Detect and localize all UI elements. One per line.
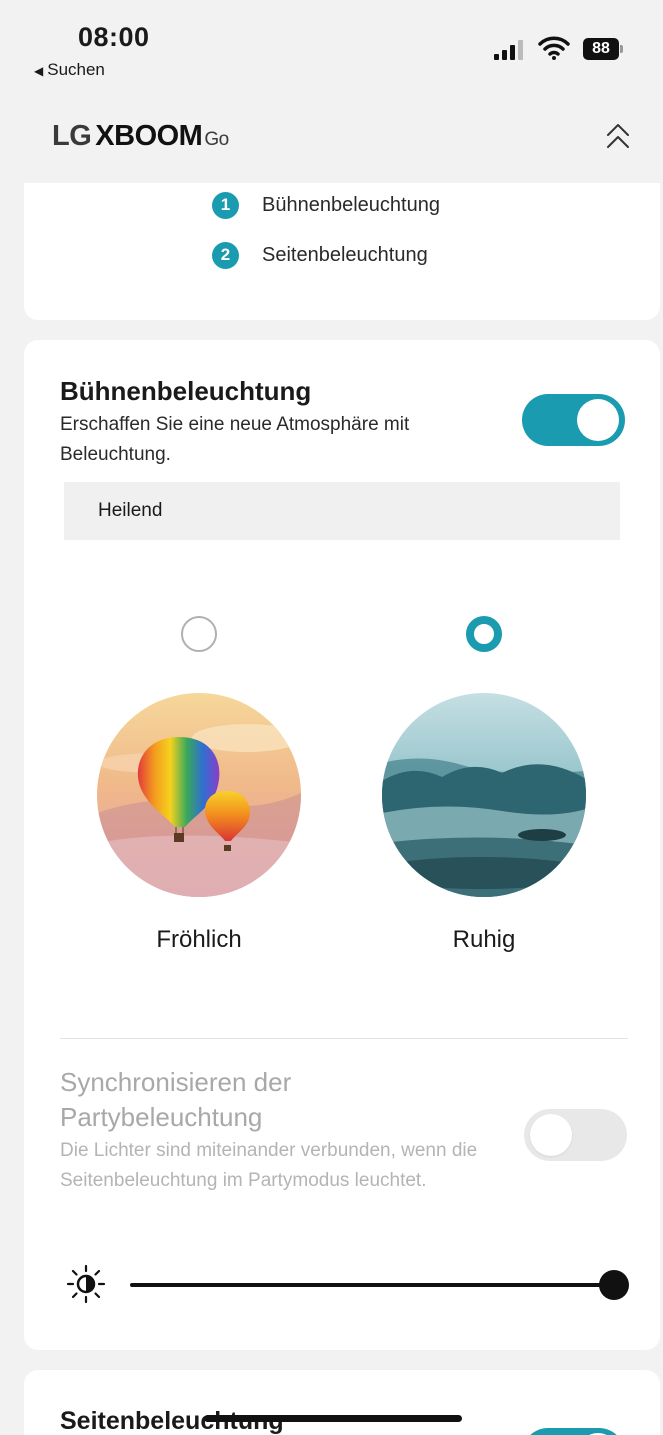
back-to-search-link[interactable]: ◀ Suchen [34, 60, 105, 80]
party-sync-title: Synchronisieren der Partybeleuchtung [60, 1067, 292, 1132]
mood-image-ruhig[interactable] [382, 693, 586, 897]
stage-lighting-title: Bühnenbeleuchtung [60, 376, 312, 406]
legend-number-badge: 1 [212, 191, 239, 219]
side-lighting-card: Seitenbeleuchtung [24, 1370, 660, 1435]
section-divider [60, 1038, 628, 1039]
status-time: 08:00 [78, 22, 150, 52]
mood-label-froehlich: Fröhlich [156, 926, 242, 953]
stage-lighting-card: Bühnenbeleuchtung Erschaffen Sie eine ne… [24, 340, 660, 1350]
lighting-legend-card: 1 Bühnenbeleuchtung 2 Seitenbeleuchtung [24, 183, 660, 320]
stage-lighting-toggle[interactable] [522, 394, 625, 446]
legend-item: 2 Seitenbeleuchtung [212, 240, 428, 270]
status-bar: 08:00 ◀ Suchen 88 [0, 0, 663, 95]
mood-image-froehlich[interactable] [97, 693, 301, 897]
side-lighting-toggle[interactable] [522, 1428, 625, 1435]
product-suffix: Go [204, 129, 229, 150]
mood-radio-froehlich[interactable] [181, 616, 217, 652]
legend-number-badge: 2 [212, 241, 239, 269]
preset-selector[interactable]: Heilend [64, 482, 620, 540]
product-name: XBOOM [95, 120, 203, 152]
party-sync-description: Die Lichter sind miteinander verbunden, … [60, 1140, 478, 1191]
toggle-knob [577, 399, 619, 441]
preset-label: Heilend [98, 500, 163, 521]
back-arrow-icon: ◀ [34, 64, 44, 78]
brand-name: LG [52, 120, 92, 152]
mood-radio-ruhig[interactable] [466, 616, 502, 652]
back-link-label: Suchen [47, 60, 105, 79]
legend-label: Seitenbeleuchtung [262, 243, 428, 266]
legend-label: Bühnenbeleuchtung [262, 193, 440, 216]
double-chevron-up-icon[interactable] [598, 117, 638, 157]
toggle-knob [530, 1114, 572, 1156]
app-header: LG XBOOM Go [0, 95, 663, 183]
mood-label-ruhig: Ruhig [452, 926, 516, 953]
misty-mountain-lake-image [382, 693, 586, 897]
cellular-signal-icon [494, 40, 526, 60]
home-indicator[interactable] [204, 1415, 462, 1422]
brightness-slider-track[interactable] [130, 1283, 615, 1287]
battery-level: 88 [583, 38, 619, 60]
party-sync-toggle[interactable] [524, 1109, 627, 1161]
wifi-icon [538, 36, 570, 60]
battery-icon: 88 [583, 38, 623, 60]
app-logo: LG XBOOM Go [52, 120, 229, 153]
legend-item: 1 Bühnenbeleuchtung [212, 190, 440, 220]
stage-lighting-description: Erschaffen Sie eine neue Atmosphäre mit … [60, 414, 410, 465]
brightness-icon [66, 1264, 106, 1304]
brightness-slider-thumb[interactable] [599, 1270, 629, 1300]
hot-air-balloons-image [97, 693, 301, 897]
